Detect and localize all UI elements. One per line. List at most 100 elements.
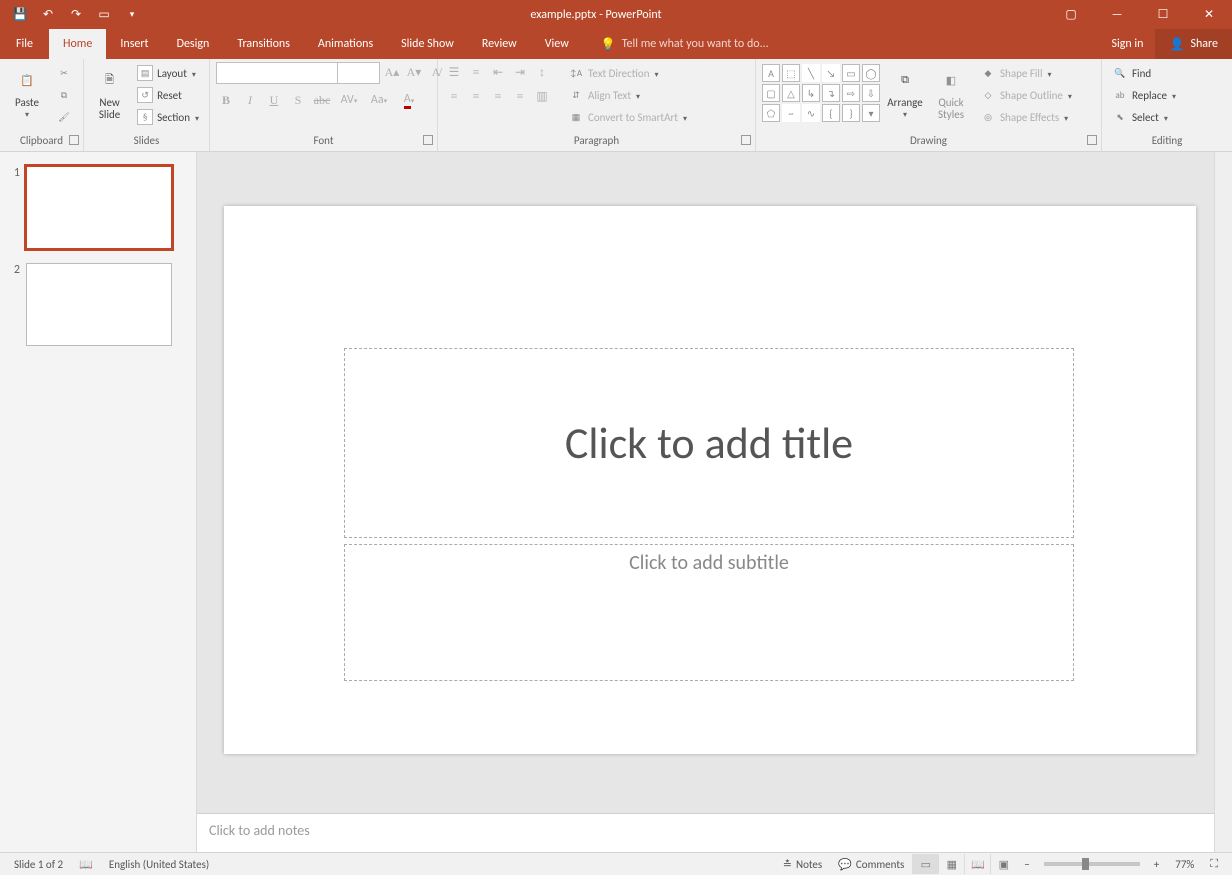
shape-arrow-icon[interactable]: ↘ [822, 64, 840, 82]
tab-insert[interactable]: Insert [106, 29, 162, 59]
shape-curve-icon[interactable]: ~ [782, 104, 800, 122]
save-icon[interactable]: 💾 [8, 3, 32, 27]
comments-toggle[interactable]: 💬 Comments [830, 858, 912, 871]
shape-elbowarrow-icon[interactable]: ↴ [822, 84, 840, 102]
tab-file[interactable]: File [0, 29, 49, 59]
italic-button[interactable]: I [240, 90, 260, 110]
subtitle-placeholder[interactable]: Click to add subtitle [344, 544, 1074, 681]
shape-triangle-icon[interactable]: △ [782, 84, 800, 102]
zoom-level[interactable]: 77% [1167, 858, 1202, 871]
tab-slideshow[interactable]: Slide Show [387, 29, 468, 59]
shape-oval-icon[interactable]: ◯ [862, 64, 880, 82]
cut-button[interactable]: ✂ [52, 62, 76, 84]
new-slide-button[interactable]: 🗎 New Slide [90, 62, 129, 121]
start-from-beginning-icon[interactable]: ▭ [92, 3, 116, 27]
notes-toggle[interactable]: ≛ Notes [775, 858, 830, 871]
slide-canvas-area[interactable]: Click to add title Click to add subtitle [197, 152, 1214, 813]
decrease-indent-button[interactable]: ⇤ [488, 62, 508, 82]
align-text-button[interactable]: ⇵Align Text [564, 84, 691, 106]
change-case-button[interactable]: Aa▾ [366, 90, 392, 110]
shape-rbrace-icon[interactable]: } [842, 104, 860, 122]
notes-pane[interactable]: Click to add notes [197, 813, 1214, 852]
increase-font-button[interactable]: A▴ [382, 62, 402, 82]
shape-roundrect-icon[interactable]: ▢ [762, 84, 780, 102]
slide-sorter-view-button[interactable]: ▦ [938, 854, 964, 874]
replace-button[interactable]: abReplace [1108, 84, 1180, 106]
font-dialog-launcher[interactable] [423, 135, 433, 145]
font-color-button[interactable]: A▾ [396, 90, 422, 110]
tab-home[interactable]: Home [49, 29, 106, 59]
undo-icon[interactable]: ↶ [36, 3, 60, 27]
status-language[interactable]: English (United States) [101, 858, 217, 871]
status-slide-count[interactable]: Slide 1 of 2 [6, 858, 71, 871]
increase-indent-button[interactable]: ⇥ [510, 62, 530, 82]
shape-arrowdown-icon[interactable]: ⇩ [862, 84, 880, 102]
shape-callout-icon[interactable]: ⬠ [762, 104, 780, 122]
zoom-out-button[interactable]: − [1016, 858, 1037, 871]
columns-button[interactable]: ▥ [532, 86, 552, 106]
shape-elbow-icon[interactable]: ↳ [802, 84, 820, 102]
paragraph-dialog-launcher[interactable] [741, 135, 751, 145]
redo-icon[interactable]: ↷ [64, 3, 88, 27]
font-size-input[interactable] [338, 62, 380, 84]
ribbon-display-options-icon[interactable]: ▢ [1048, 0, 1094, 29]
decrease-font-button[interactable]: A▾ [404, 62, 424, 82]
tell-me[interactable]: 💡 Tell me what you want to do... [601, 29, 769, 59]
paste-button[interactable]: 📋 Paste ▾ [6, 62, 48, 120]
font-name-input[interactable] [216, 62, 338, 84]
underline-button[interactable]: U [264, 90, 284, 110]
reading-view-button[interactable]: 📖 [964, 854, 990, 874]
bullets-button[interactable]: ☰ [444, 62, 464, 82]
qat-customize-icon[interactable]: ▾ [120, 3, 144, 27]
fit-to-window-button[interactable]: ⛶ [1202, 857, 1226, 871]
select-button[interactable]: ⬉Select [1108, 106, 1180, 128]
shape-fill-button[interactable]: ◆Shape Fill [976, 62, 1076, 84]
zoom-slider-thumb[interactable] [1082, 858, 1089, 870]
normal-view-button[interactable]: ▭ [912, 854, 938, 874]
align-center-button[interactable]: ≡ [466, 86, 486, 106]
shape-textbox-icon[interactable]: A [762, 64, 780, 82]
shape-line-icon[interactable]: ╲ [802, 64, 820, 82]
section-button[interactable]: §Section [133, 106, 203, 128]
shape-blockarrow-icon[interactable]: ⇨ [842, 84, 860, 102]
tab-review[interactable]: Review [468, 29, 531, 59]
shape-vtextbox-icon[interactable]: ⬚ [782, 64, 800, 82]
drawing-dialog-launcher[interactable] [1087, 135, 1097, 145]
format-painter-button[interactable]: 🖌 [52, 106, 76, 128]
quick-styles-button[interactable]: ◧ Quick Styles [930, 62, 972, 121]
shape-lbrace-icon[interactable]: { [822, 104, 840, 122]
vertical-scrollbar[interactable] [1214, 152, 1232, 852]
minimize-icon[interactable]: — [1094, 0, 1140, 29]
convert-smartart-button[interactable]: ▦Convert to SmartArt [564, 106, 691, 128]
tab-animations[interactable]: Animations [304, 29, 387, 59]
reset-button[interactable]: ↺Reset [133, 84, 203, 106]
shapes-gallery[interactable]: A⬚╲↘▭◯ ▢△↳↴⇨⇩ ⬠~∿{}▾ [762, 62, 880, 122]
bold-button[interactable]: B [216, 90, 236, 110]
tab-transitions[interactable]: Transitions [223, 29, 304, 59]
arrange-button[interactable]: ⧉ Arrange ▾ [884, 62, 926, 120]
shadow-button[interactable]: S [288, 90, 308, 110]
slide-thumbnail-2[interactable] [26, 263, 172, 346]
find-button[interactable]: 🔍Find [1108, 62, 1180, 84]
maximize-icon[interactable]: ☐ [1140, 0, 1186, 29]
shape-outline-button[interactable]: ◇Shape Outline [976, 84, 1076, 106]
strikethrough-button[interactable]: abc [312, 90, 332, 110]
justify-button[interactable]: ≡ [510, 86, 530, 106]
tab-view[interactable]: View [531, 29, 583, 59]
line-spacing-button[interactable]: ↕ [532, 62, 552, 82]
clipboard-dialog-launcher[interactable] [69, 135, 79, 145]
close-icon[interactable]: ✕ [1186, 0, 1232, 29]
slide-thumbnails-pane[interactable]: 1 2 [0, 152, 197, 852]
numbering-button[interactable]: ≡ [466, 62, 486, 82]
shape-rect-icon[interactable]: ▭ [842, 64, 860, 82]
copy-button[interactable]: ⧉ [52, 84, 76, 106]
shape-connector-icon[interactable]: ∿ [802, 104, 820, 122]
slide-thumbnail-1[interactable] [26, 166, 172, 249]
align-right-button[interactable]: ≡ [488, 86, 508, 106]
slideshow-view-button[interactable]: ▣ [990, 854, 1016, 874]
sign-in-button[interactable]: Sign in [1099, 29, 1155, 59]
text-direction-button[interactable]: ↕AText Direction [564, 62, 691, 84]
zoom-slider[interactable] [1044, 862, 1140, 866]
title-placeholder[interactable]: Click to add title [344, 348, 1074, 538]
shape-more-icon[interactable]: ▾ [862, 104, 880, 122]
